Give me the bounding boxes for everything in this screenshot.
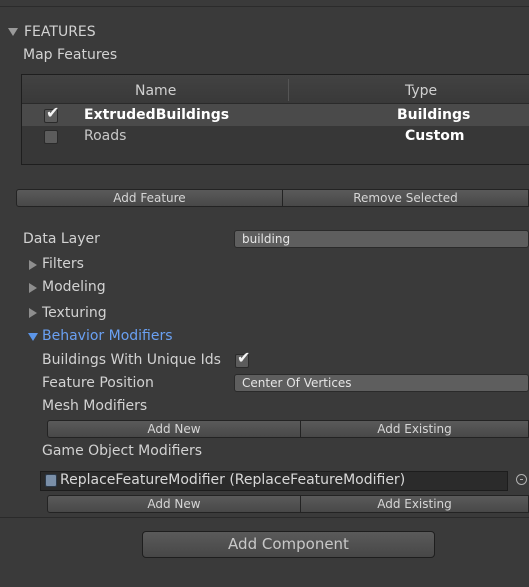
go-add-new-button[interactable]: Add New <box>47 495 301 513</box>
row-checkbox[interactable] <box>44 130 58 144</box>
remove-selected-button[interactable]: Remove Selected <box>282 189 529 207</box>
column-separator[interactable] <box>288 79 289 101</box>
texturing-foldout[interactable]: Texturing <box>42 305 107 321</box>
modifier-name: ReplaceFeatureModifier (ReplaceFeatureMo… <box>60 472 406 488</box>
modeling-foldout[interactable]: Modeling <box>42 279 106 295</box>
column-header-type[interactable]: Type <box>405 83 437 99</box>
add-component-button[interactable]: Add Component <box>142 531 435 558</box>
features-title: FEATURES <box>24 24 96 40</box>
behavior-modifiers-foldout[interactable]: Behavior Modifiers <box>42 328 173 344</box>
mesh-add-new-button[interactable]: Add New <box>47 420 301 438</box>
game-object-modifiers-label: Game Object Modifiers <box>42 443 203 459</box>
remove-modifier-icon[interactable] <box>516 474 527 485</box>
row-checkbox[interactable]: ✔ <box>44 105 59 123</box>
add-feature-button[interactable]: Add Feature <box>16 189 283 207</box>
go-add-existing-button[interactable]: Add Existing <box>300 495 529 513</box>
collapsed-triangle-icon[interactable] <box>29 283 37 293</box>
feature-name: ExtrudedBuildings <box>84 107 230 123</box>
collapsed-triangle-icon[interactable] <box>29 308 37 318</box>
unique-ids-checkbox[interactable]: ✔ <box>235 350 250 368</box>
script-asset-icon <box>45 474 57 487</box>
features-section-header[interactable]: FEATURES <box>8 24 96 40</box>
check-icon: ✔ <box>46 103 60 122</box>
check-icon: ✔ <box>237 348 251 367</box>
divider <box>0 517 529 518</box>
feature-type: Buildings <box>397 107 471 123</box>
feature-type: Custom <box>405 128 465 144</box>
collapsed-triangle-icon[interactable] <box>29 260 37 270</box>
filters-foldout[interactable]: Filters <box>42 256 84 272</box>
expand-triangle-icon <box>8 28 18 36</box>
feature-name: Roads <box>84 128 127 144</box>
feature-position-dropdown[interactable]: Center Of Vertices <box>234 374 529 392</box>
column-header-name[interactable]: Name <box>135 83 176 99</box>
unique-ids-label: Buildings With Unique Ids <box>42 352 221 368</box>
map-features-label: Map Features <box>23 47 118 63</box>
features-table-header <box>22 75 529 104</box>
mesh-add-existing-button[interactable]: Add Existing <box>300 420 529 438</box>
top-strip <box>0 0 529 7</box>
expanded-triangle-icon[interactable] <box>28 333 38 341</box>
mesh-modifiers-label: Mesh Modifiers <box>42 398 148 414</box>
feature-position-label: Feature Position <box>42 375 154 391</box>
data-layer-label: Data Layer <box>23 231 100 247</box>
data-layer-dropdown[interactable]: building <box>234 230 529 248</box>
